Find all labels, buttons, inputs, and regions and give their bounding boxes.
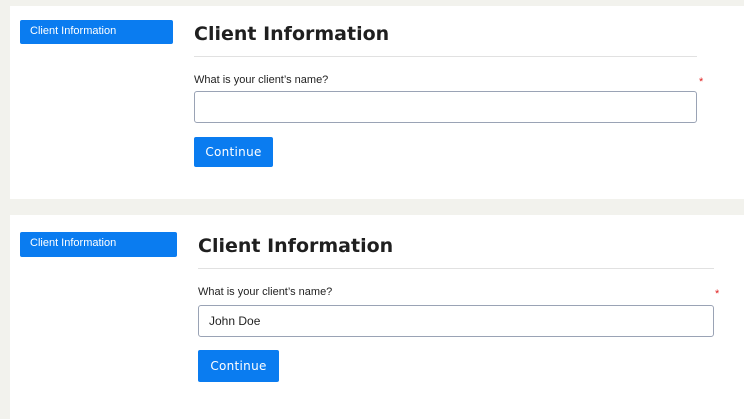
continue-button[interactable]: Continue [198,350,279,382]
client-name-input[interactable] [194,91,697,123]
client-name-label: What is your client’s name? [194,74,329,86]
required-indicator: * [699,76,704,88]
form-panel-filled: Client Information Client Information Wh… [10,215,744,419]
sidebar-item-client-information[interactable]: Client Information [20,232,177,257]
form-panel-empty: Client Information Client Information Wh… [10,6,744,199]
title-divider [194,56,697,57]
required-indicator: * [715,288,720,300]
client-name-label: What is your client’s name? [198,286,333,298]
page-title: Client Information [194,23,390,45]
sidebar-item-client-information[interactable]: Client Information [20,20,173,44]
page-title: Client Information [198,235,394,257]
continue-button[interactable]: Continue [194,137,273,167]
title-divider [198,268,714,269]
client-name-input[interactable] [198,305,714,337]
